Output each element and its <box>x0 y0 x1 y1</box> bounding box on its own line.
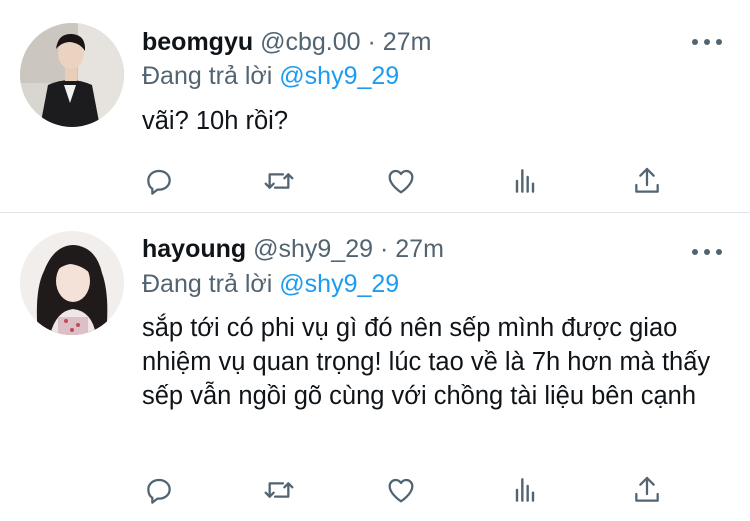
retweet-icon[interactable] <box>262 473 296 507</box>
tweet-header: beomgyu @cbg.00 · 27m <box>142 27 431 57</box>
tweet-text: sắp tới có phi vụ gì đó nên sếp mình đượ… <box>142 314 711 410</box>
handle[interactable]: @cbg.00 <box>260 28 360 56</box>
action-bar <box>142 164 672 198</box>
replying-to-label: Đang trả lời <box>142 270 273 298</box>
separator: · <box>367 28 376 56</box>
tweet[interactable]: hayoung @shy9_29 · 27m Đang trả lời @shy… <box>0 214 750 521</box>
tweet[interactable]: beomgyu @cbg.00 · 27m Đang trả lời @shy9… <box>0 0 750 213</box>
analytics-icon[interactable] <box>508 164 542 198</box>
more-icon[interactable] <box>692 37 722 47</box>
analytics-icon[interactable] <box>508 473 542 507</box>
tweet-header: hayoung @shy9_29 · 27m <box>142 234 444 264</box>
replying-to: Đang trả lời @shy9_29 <box>142 61 399 91</box>
replying-to: Đang trả lời @shy9_29 <box>142 269 399 299</box>
like-icon[interactable] <box>384 473 418 507</box>
share-icon[interactable] <box>630 164 664 198</box>
display-name[interactable]: beomgyu <box>142 28 253 56</box>
reply-icon[interactable] <box>142 164 176 198</box>
handle[interactable]: @shy9_29 <box>253 235 373 263</box>
reply-icon[interactable] <box>142 473 176 507</box>
share-icon[interactable] <box>630 473 664 507</box>
retweet-icon[interactable] <box>262 164 296 198</box>
replying-to-label: Đang trả lời <box>142 62 273 90</box>
action-bar <box>142 473 672 507</box>
like-icon[interactable] <box>384 164 418 198</box>
timestamp[interactable]: 27m <box>395 235 444 263</box>
more-icon[interactable] <box>692 247 722 257</box>
avatar[interactable] <box>20 23 124 127</box>
display-name[interactable]: hayoung <box>142 235 246 263</box>
tweet-text: vãi? 10h rồi? <box>142 107 289 135</box>
avatar[interactable] <box>20 231 124 335</box>
mention-link[interactable]: @shy9_29 <box>279 62 399 90</box>
timestamp[interactable]: 27m <box>383 28 432 56</box>
separator: · <box>379 235 389 263</box>
divider <box>0 212 750 213</box>
mention-link[interactable]: @shy9_29 <box>279 270 399 298</box>
